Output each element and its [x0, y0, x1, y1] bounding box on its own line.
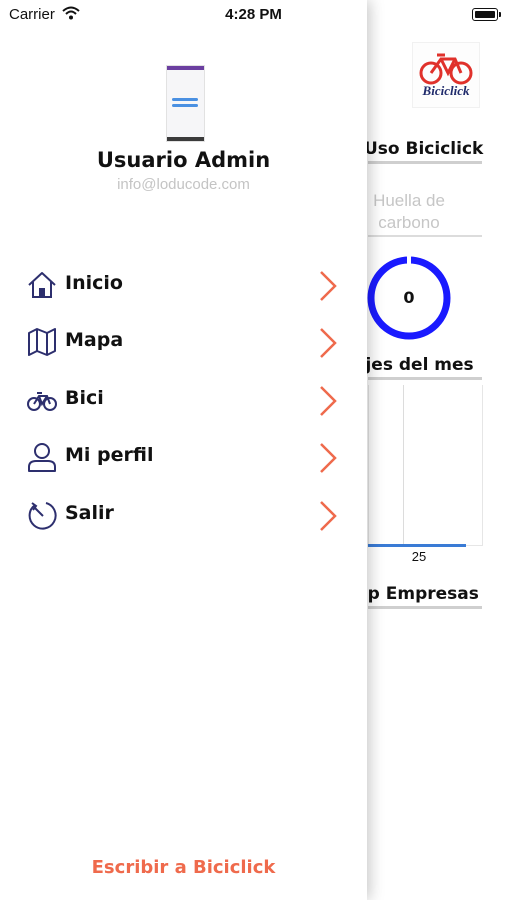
- bicycle-icon: [27, 392, 57, 411]
- huella-line-1: Huella de: [373, 191, 445, 210]
- section-divider: [368, 377, 482, 380]
- menu-item-mi-perfil[interactable]: Mi perfil: [0, 431, 367, 483]
- user-icon: [28, 443, 56, 472]
- status-bar: Carrier 4:28 PM: [0, 0, 507, 30]
- contact-link[interactable]: Escribir a Biciclick: [0, 857, 367, 878]
- status-time: 4:28 PM: [225, 6, 282, 23]
- side-drawer: Usuario Admin info@loducode.com Inicio M…: [0, 0, 367, 900]
- battery-icon: [472, 8, 498, 21]
- menu-item-label: Mi perfil: [65, 444, 154, 466]
- user-email: info@loducode.com: [117, 176, 250, 193]
- monthly-trips-chart: [368, 385, 483, 546]
- chevron-right-icon: [320, 386, 337, 416]
- section-divider: [368, 161, 482, 164]
- chevron-right-icon: [320, 501, 337, 531]
- logo-text: Biciclick: [422, 83, 470, 98]
- menu-item-label: Salir: [65, 502, 114, 524]
- map-icon: [28, 328, 56, 356]
- chevron-right-icon: [320, 443, 337, 473]
- chart-series-line: [368, 544, 466, 547]
- uso-biciclick-title: Uso Biciclick: [364, 139, 484, 159]
- section-divider: [368, 606, 482, 609]
- battery-tip: [499, 12, 501, 17]
- menu-item-label: Inicio: [65, 272, 123, 294]
- viajes-mes-title: ajes del mes: [354, 355, 474, 375]
- menu-item-label: Mapa: [65, 329, 124, 351]
- chart-gridline: [403, 385, 404, 547]
- huella-line-2: carbono: [378, 213, 440, 232]
- menu-item-mapa[interactable]: Mapa: [0, 316, 367, 368]
- home-icon: [28, 272, 56, 298]
- menu-item-salir[interactable]: Salir: [0, 489, 367, 541]
- chart-x-tick: 25: [411, 549, 427, 564]
- menu-item-label: Bici: [65, 387, 104, 409]
- top-empresas-title: op Empresas: [356, 584, 479, 604]
- user-name: Usuario Admin: [96, 148, 271, 172]
- chevron-right-icon: [320, 271, 337, 301]
- menu-item-bici[interactable]: Bici: [0, 374, 367, 426]
- bicycle-logo-icon: Biciclick: [419, 53, 473, 98]
- menu-item-inicio[interactable]: Inicio: [0, 259, 367, 311]
- profile-image: [166, 65, 205, 142]
- logout-icon: [28, 502, 57, 530]
- gauge-value: 0: [403, 288, 415, 307]
- chevron-right-icon: [320, 328, 337, 358]
- biciclick-logo: Biciclick: [412, 42, 480, 108]
- section-divider: [368, 235, 482, 237]
